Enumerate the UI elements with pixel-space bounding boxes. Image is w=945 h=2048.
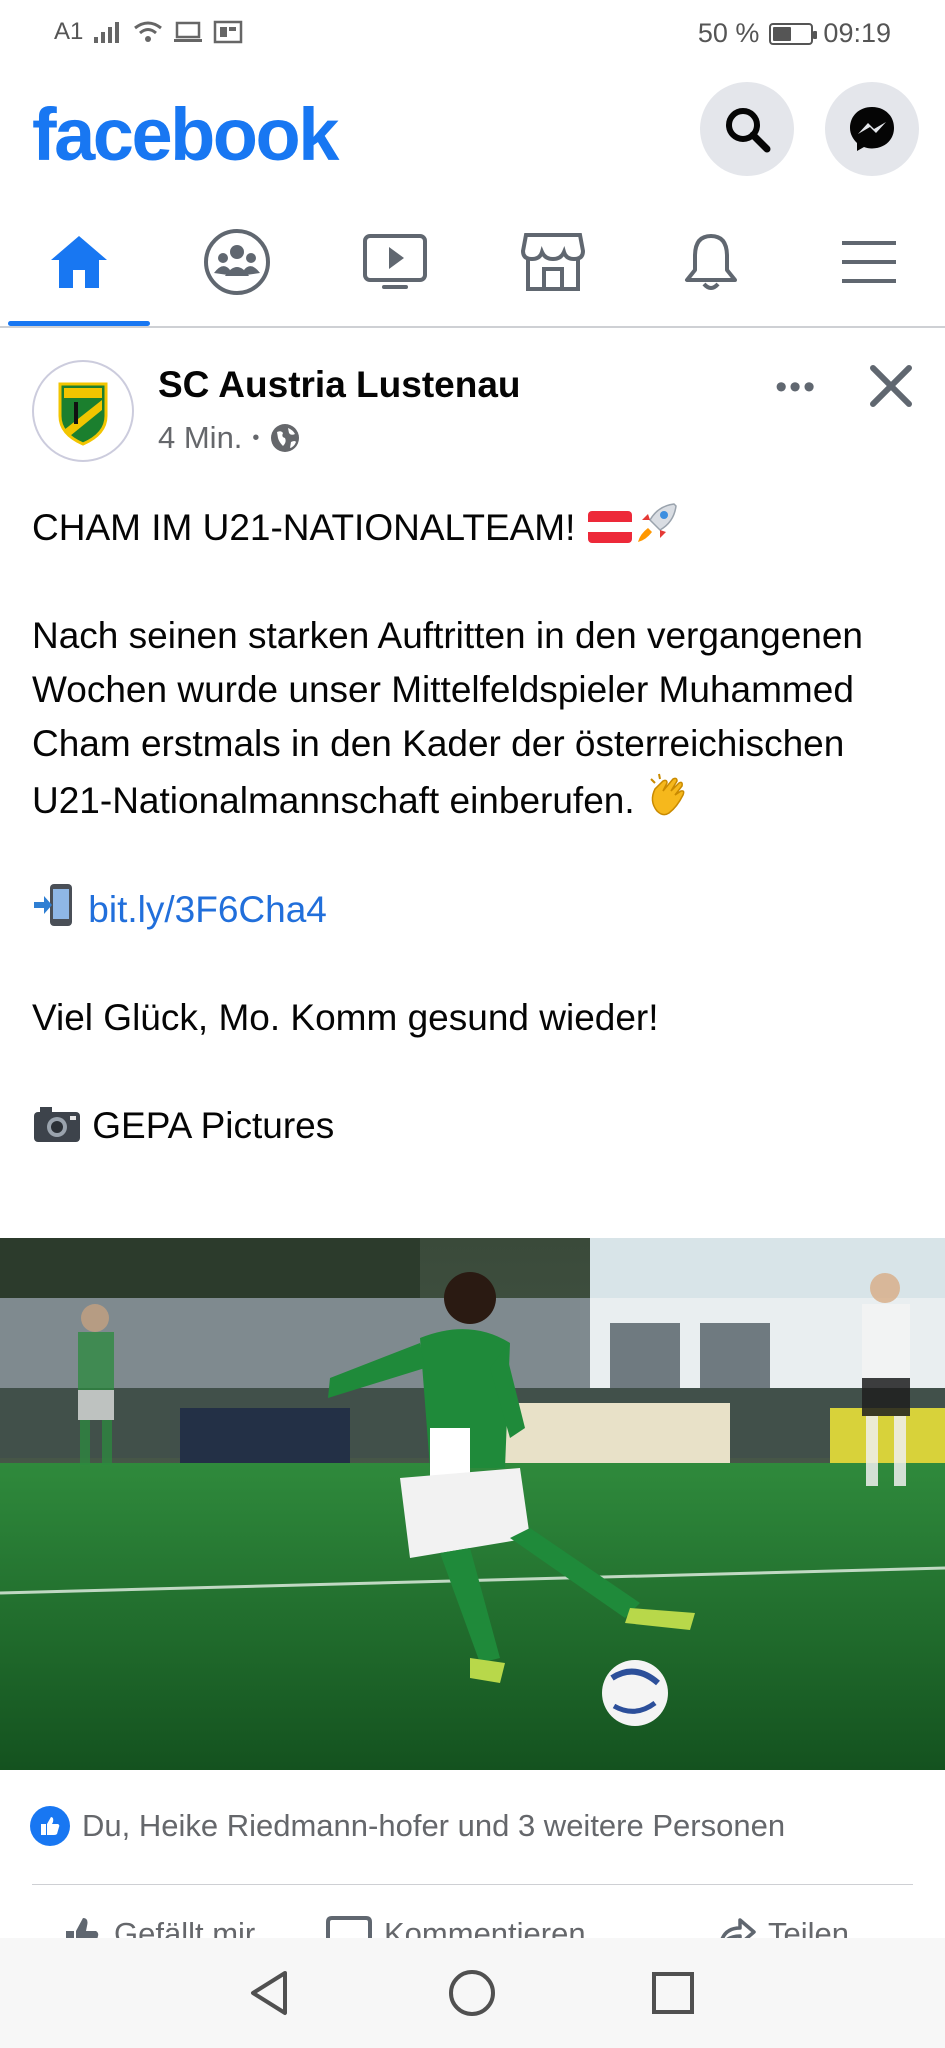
- headline-text: CHAM IM U21-NATIONALTEAM!: [32, 507, 576, 548]
- credit-text: GEPA Pictures: [92, 1105, 335, 1146]
- store-icon: [520, 233, 586, 291]
- status-bar: A1 50 % 09:19: [0, 0, 945, 66]
- status-right: 50 % 09:19: [698, 18, 891, 49]
- ball: [602, 1660, 668, 1726]
- post-wish: Viel Glück, Mo. Komm gesund wieder!: [32, 997, 659, 1038]
- back-icon: [251, 1971, 287, 2015]
- page-avatar[interactable]: [32, 360, 134, 462]
- wifi-icon: [134, 21, 163, 42]
- comment-button[interactable]: Kommentieren: [326, 1914, 586, 1938]
- laptop-icon: [174, 21, 203, 42]
- back-button[interactable]: [236, 1960, 302, 2026]
- active-tab-indicator: [8, 321, 150, 326]
- post-header: SC Austria Lustenau 4 Min. • •••: [0, 328, 945, 468]
- post-photo[interactable]: [0, 1238, 945, 1770]
- status-left: A1: [54, 18, 243, 46]
- signal-icon: [94, 22, 120, 43]
- system-navigation-bar: [0, 1938, 945, 2048]
- messenger-button[interactable]: [825, 82, 919, 176]
- like-button[interactable]: Gefällt mir: [62, 1914, 255, 1938]
- like-icon: [41, 1817, 60, 1835]
- messenger-icon: [850, 107, 894, 151]
- battery-fill: [773, 26, 792, 41]
- groups-icon: [204, 229, 270, 295]
- body-text: Nach seinen starken Auftritten in den ve…: [32, 615, 864, 821]
- like-reaction-badge: [30, 1806, 70, 1846]
- rocket-emoji: [637, 503, 677, 542]
- home-button[interactable]: [439, 1960, 505, 2026]
- recents-icon: [652, 1972, 694, 2014]
- tab-marketplace[interactable]: [474, 200, 632, 324]
- post-meta: 4 Min. •: [158, 420, 301, 456]
- home-circle-icon: [449, 1970, 495, 2016]
- share-icon: [720, 1918, 756, 1938]
- recents-button[interactable]: [640, 1960, 706, 2026]
- close-icon: [870, 365, 912, 407]
- home-icon: [51, 236, 107, 288]
- tab-bar: [0, 200, 945, 328]
- hide-post-button[interactable]: [861, 356, 921, 416]
- post-link-line: bit.ly/3F6Cha4: [32, 882, 922, 937]
- battery-percent: 50 %: [697, 18, 760, 48]
- data-saver-icon: [214, 20, 243, 44]
- bell-icon: [685, 234, 737, 290]
- video-icon: [363, 234, 427, 289]
- share-button[interactable]: Teilen: [716, 1914, 849, 1938]
- action-bar: Gefällt mir Kommentieren Teilen: [0, 1902, 945, 1938]
- club-crest-logo: [35, 363, 131, 459]
- camera-emoji: [34, 1107, 80, 1142]
- facebook-logo[interactable]: facebook: [32, 92, 339, 177]
- menu-icon: [842, 241, 896, 283]
- tab-menu[interactable]: [790, 200, 945, 324]
- clapping-hands-emoji: [650, 773, 685, 816]
- globe-icon: [271, 424, 300, 452]
- app-header: facebook: [0, 66, 945, 200]
- tab-home[interactable]: [0, 200, 158, 326]
- austria-flag-emoji: [587, 511, 632, 543]
- tab-watch[interactable]: [316, 200, 474, 324]
- search-button[interactable]: [700, 82, 794, 176]
- page-name[interactable]: SC Austria Lustenau: [158, 364, 521, 406]
- reactions-text: Du, Heike Riedmann-hofer und 3 weitere P…: [82, 1808, 786, 1843]
- battery-icon: [769, 22, 818, 45]
- post-credit-line: GEPA Pictures: [32, 1099, 922, 1153]
- action-divider: [32, 1884, 913, 1885]
- tab-notifications[interactable]: [632, 200, 790, 324]
- post-time[interactable]: 4 Min.: [158, 420, 242, 456]
- like-icon: [66, 1918, 99, 1938]
- post-headline: CHAM IM U21-NATIONALTEAM!: [32, 500, 922, 555]
- post-more-button[interactable]: •••: [775, 368, 817, 407]
- tab-groups[interactable]: [158, 200, 316, 324]
- search-icon: [726, 108, 771, 153]
- comment-label: Kommentieren: [384, 1916, 586, 1938]
- football-photo: [0, 1238, 945, 1770]
- clock: 09:19: [823, 18, 891, 48]
- like-label: Gefällt mir: [114, 1916, 256, 1938]
- reactions-summary[interactable]: Du, Heike Riedmann-hofer und 3 weitere P…: [30, 1806, 785, 1846]
- carrier-label: A1: [54, 18, 84, 45]
- post-body: Nach seinen starken Auftritten in den ve…: [32, 609, 922, 828]
- mobile-arrow-emoji: [34, 884, 72, 926]
- comment-icon: [326, 1916, 372, 1938]
- post-link[interactable]: bit.ly/3F6Cha4: [88, 889, 327, 930]
- meta-separator: •: [252, 426, 260, 449]
- share-label: Teilen: [768, 1916, 849, 1938]
- post-text: CHAM IM U21-NATIONALTEAM! Nach seinen st…: [32, 500, 922, 1153]
